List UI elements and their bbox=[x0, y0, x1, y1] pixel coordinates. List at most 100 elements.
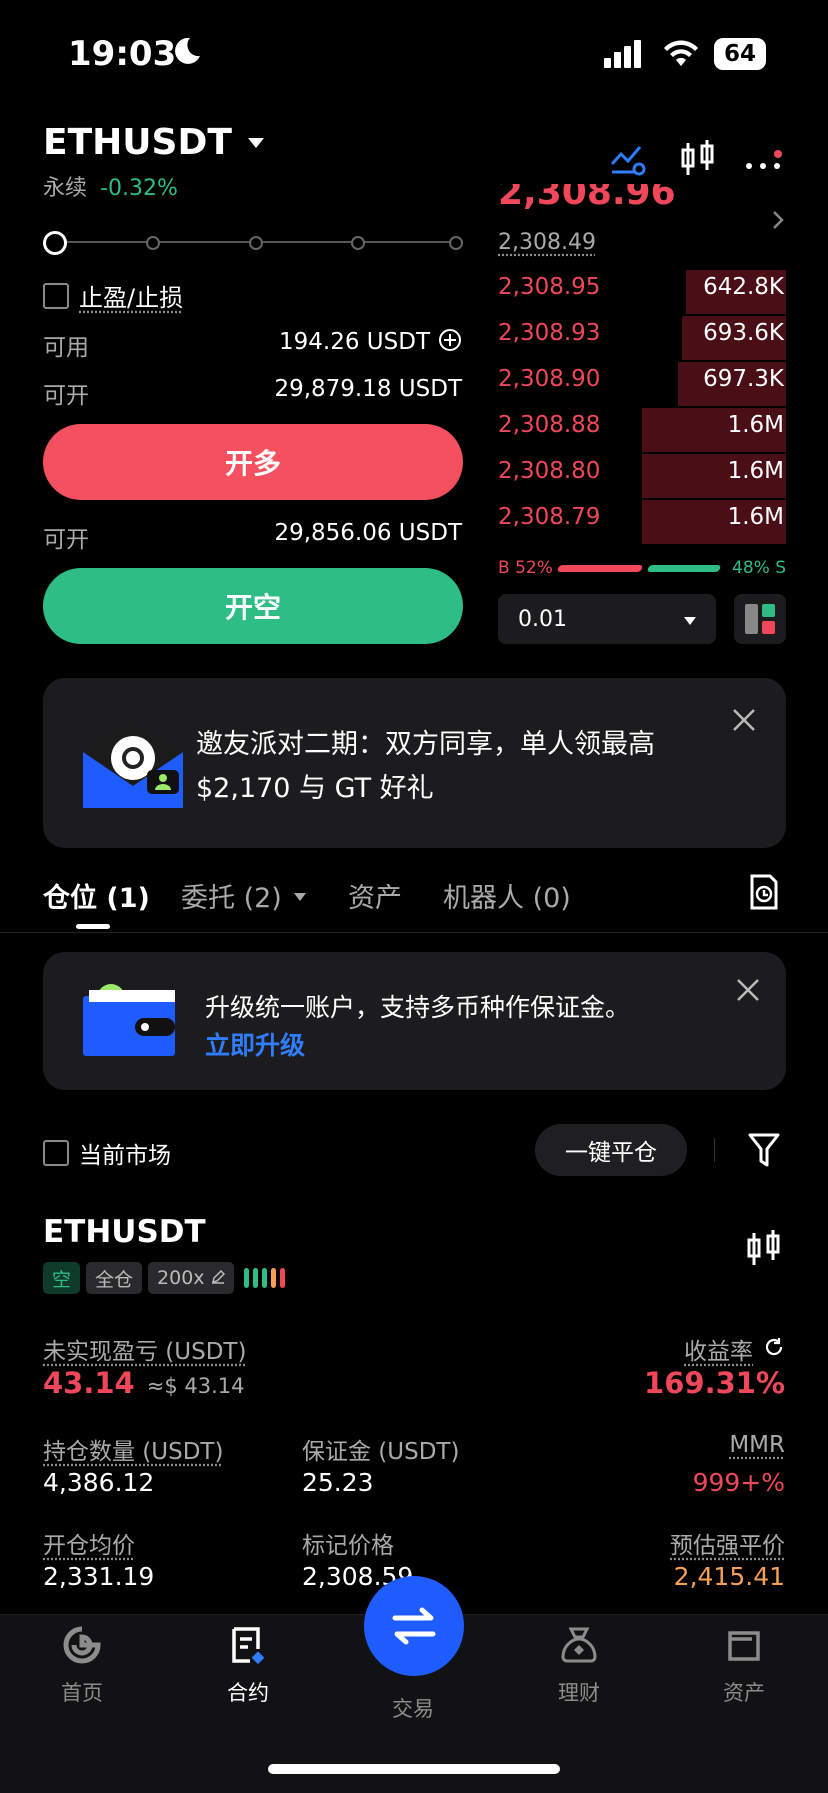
leverage-tag[interactable]: 200x bbox=[148, 1262, 234, 1294]
mmr-label: MMR bbox=[729, 1432, 785, 1458]
nav-assets-label: 资产 bbox=[723, 1681, 765, 1705]
ask-row[interactable]: 2,308.90 697.3K bbox=[498, 362, 786, 402]
wallet-nav-icon bbox=[724, 1625, 764, 1665]
open-short-label: 可开 bbox=[43, 520, 89, 554]
more-icon[interactable] bbox=[745, 150, 785, 178]
ask-row[interactable]: 2,308.80 1.6M bbox=[498, 454, 786, 494]
tabs-divider bbox=[0, 932, 828, 933]
ask-row[interactable]: 2,308.95 642.8K bbox=[498, 270, 786, 310]
unrealized-pnl-label: 未实现盈亏 (USDT) bbox=[43, 1332, 246, 1366]
tab-bots[interactable]: 机器人 (0) bbox=[443, 876, 571, 915]
ask-row[interactable]: 2,308.88 1.6M bbox=[498, 408, 786, 448]
nav-assets[interactable]: 资产 bbox=[689, 1625, 799, 1707]
checkbox-box[interactable] bbox=[43, 1140, 69, 1166]
nav-trade-label[interactable]: 交易 bbox=[358, 1693, 468, 1723]
ask-price: 2,308.90 bbox=[498, 366, 600, 392]
precision-selector[interactable]: 0.01 bbox=[498, 594, 716, 644]
upgrade-banner[interactable]: 升级统一账户，支持多币种作保证金。 立即升级 bbox=[43, 952, 786, 1090]
wifi-icon bbox=[662, 40, 700, 72]
close-icon[interactable] bbox=[736, 978, 760, 1006]
roe-label: 收益率 bbox=[684, 1332, 753, 1366]
tab-assets[interactable]: 资产 bbox=[348, 876, 402, 915]
add-funds-icon[interactable] bbox=[438, 328, 462, 356]
checkbox-box[interactable] bbox=[43, 283, 69, 309]
trade-button[interactable] bbox=[364, 1576, 464, 1676]
wallet-icon bbox=[83, 982, 179, 1062]
precision-value: 0.01 bbox=[518, 607, 567, 632]
ask-price: 2,308.79 bbox=[498, 504, 600, 530]
leverage-slider[interactable] bbox=[43, 230, 463, 254]
filter-icon[interactable] bbox=[748, 1133, 780, 1171]
entry-price-label: 开仓均价 bbox=[43, 1526, 135, 1560]
position-symbol[interactable]: ETHUSDT bbox=[43, 1214, 206, 1250]
last-price: 2,308.96 bbox=[498, 184, 676, 220]
slider-tick bbox=[146, 236, 160, 250]
tab-orders[interactable]: 委托 (2) bbox=[181, 876, 306, 915]
unrealized-pnl-usd: ≈$ 43.14 bbox=[147, 1374, 245, 1398]
unrealized-pnl-value: 43.14 bbox=[43, 1366, 135, 1400]
tpsl-checkbox[interactable]: 止盈/止损 bbox=[43, 278, 183, 313]
ask-qty: 642.8K bbox=[703, 274, 784, 300]
slider-handle[interactable] bbox=[43, 231, 67, 255]
risk-bars-icon bbox=[244, 1268, 285, 1288]
available-value-row: 194.26 USDT bbox=[279, 328, 462, 356]
home-indicator bbox=[268, 1764, 560, 1774]
liq-price-label: 预估强平价 bbox=[670, 1526, 785, 1560]
caret-down-icon bbox=[294, 886, 306, 905]
open-short-button[interactable]: 开空 bbox=[43, 568, 463, 644]
ask-qty: 697.3K bbox=[703, 366, 784, 392]
mmr-value: 999+% bbox=[693, 1468, 785, 1497]
battery-icon: 64 bbox=[714, 38, 766, 70]
open-short-value: 29,856.06 USDT bbox=[274, 520, 462, 546]
nav-home[interactable]: 首页 bbox=[27, 1625, 137, 1707]
roe-label-row: 收益率 bbox=[684, 1332, 785, 1366]
history-icon[interactable] bbox=[748, 874, 780, 914]
status-time: 19:03 bbox=[68, 34, 176, 74]
contract-type: 永续 bbox=[43, 176, 87, 201]
mark-price-label: 标记价格 bbox=[302, 1526, 394, 1560]
nav-earn-label: 理财 bbox=[558, 1681, 600, 1705]
close-all-button[interactable]: 一键平仓 bbox=[535, 1124, 687, 1176]
side-tag: 空 bbox=[43, 1262, 80, 1294]
slider-tick bbox=[449, 236, 463, 250]
promo-banner[interactable]: 邀友派对二期：双方同享，单人领最高 $2,170 与 GT 好礼 bbox=[43, 678, 786, 848]
mark-price: 2,308.49 bbox=[498, 230, 596, 255]
nav-home-label: 首页 bbox=[61, 1681, 103, 1705]
nav-futures-label: 合约 bbox=[227, 1681, 269, 1705]
tab-active-indicator bbox=[76, 924, 110, 929]
ask-row[interactable]: 2,308.93 693.6K bbox=[498, 316, 786, 356]
buy-bar bbox=[647, 565, 722, 572]
slider-tick bbox=[249, 236, 263, 250]
ask-qty: 693.6K bbox=[703, 320, 784, 346]
swap-icon bbox=[391, 1606, 437, 1646]
entry-price-value: 2,331.19 bbox=[43, 1562, 154, 1591]
open-long-value: 29,879.18 USDT bbox=[274, 376, 462, 402]
available-value: 194.26 USDT bbox=[279, 329, 430, 355]
candlestick-icon[interactable] bbox=[680, 140, 716, 182]
nav-earn[interactable]: 理财 bbox=[524, 1625, 634, 1707]
ask-row[interactable]: 2,308.79 1.6M bbox=[498, 500, 786, 540]
close-icon[interactable] bbox=[732, 708, 756, 736]
home-logo-icon bbox=[62, 1625, 102, 1665]
filter-divider bbox=[714, 1138, 715, 1162]
position-size-label: 持仓数量 (USDT) bbox=[43, 1432, 223, 1466]
edit-icon bbox=[211, 1267, 225, 1289]
current-market-checkbox[interactable]: 当前市场 bbox=[43, 1136, 171, 1170]
chevron-right-icon[interactable] bbox=[772, 210, 784, 234]
margin-label: 保证金 (USDT) bbox=[302, 1432, 459, 1466]
price-change: -0.32% bbox=[100, 176, 178, 201]
position-chart-icon[interactable] bbox=[746, 1230, 782, 1272]
liq-price-value: 2,415.41 bbox=[674, 1562, 785, 1591]
slider-tick bbox=[351, 236, 365, 250]
layout-toggle-icon[interactable] bbox=[734, 594, 786, 644]
nav-futures[interactable]: 合约 bbox=[193, 1625, 303, 1707]
chart-icon[interactable] bbox=[610, 142, 648, 180]
position-tags: 空 全仓 200x bbox=[43, 1262, 285, 1294]
upgrade-link[interactable]: 立即升级 bbox=[205, 1026, 305, 1062]
open-long-label: 可开 bbox=[43, 376, 89, 410]
open-long-button[interactable]: 开多 bbox=[43, 424, 463, 500]
ask-price: 2,308.93 bbox=[498, 320, 600, 346]
tab-positions[interactable]: 仓位 (1) bbox=[43, 876, 150, 915]
symbol-selector[interactable]: ETHUSDT bbox=[43, 122, 264, 163]
refresh-icon[interactable] bbox=[763, 1336, 785, 1362]
